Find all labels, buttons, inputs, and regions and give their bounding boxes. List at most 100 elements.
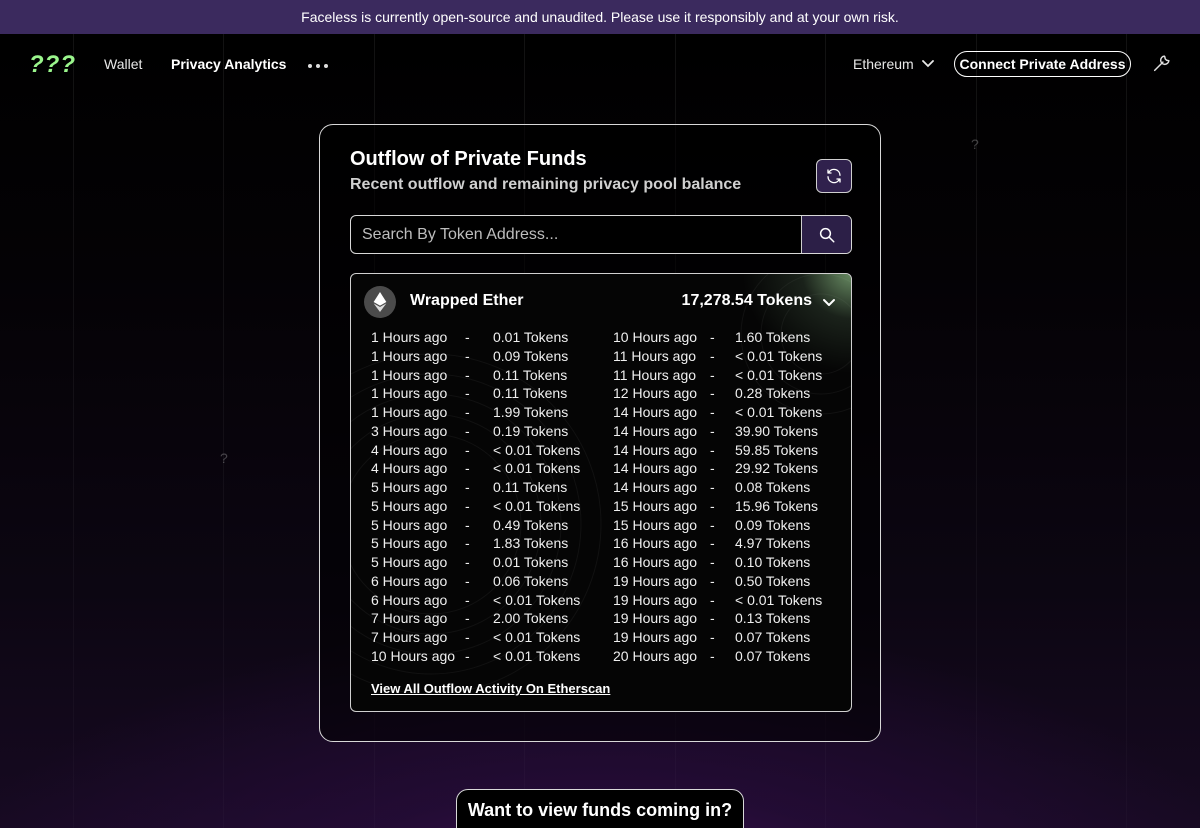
outflow-separator: -: [710, 572, 715, 589]
outflow-amount: < 0.01 Tokens: [493, 497, 581, 514]
outflow-amount: 1.60 Tokens: [735, 329, 811, 345]
outflow-separator: -: [710, 366, 715, 383]
outflow-amount: < 0.01 Tokens: [493, 460, 581, 477]
outflow-separator: -: [465, 554, 470, 570]
card-subtitle: Recent outflow and remaining privacy poo…: [350, 176, 742, 193]
outflow-amount: 0.01 Tokens: [493, 329, 569, 345]
wrench-icon[interactable]: [1151, 52, 1173, 74]
outflow-time: 14 Hours ago: [613, 422, 698, 439]
outflow-separator: -: [465, 404, 470, 420]
outflow-time: 7 Hours ago: [371, 629, 448, 645]
outflow-amount: 59.85 Tokens: [735, 441, 819, 458]
outflow-amount: < 0.01 Tokens: [493, 591, 581, 608]
outflow-time: 5 Hours ago: [371, 479, 448, 495]
token-outflow-panel: Wrapped Ether 17,278.54 Tokens 1 Hours a…: [350, 273, 852, 712]
view-inflow-button[interactable]: Want to view funds coming in?: [456, 789, 744, 828]
outflow-separator: -: [710, 610, 715, 627]
page: ? ? ??? Wallet Privacy Analytics Ethereu…: [0, 34, 1200, 828]
banner-text: Faceless is currently open-source and un…: [301, 9, 899, 25]
token-avatar: [364, 286, 396, 318]
outflow-time: 19 Hours ago: [613, 610, 698, 627]
outflow-time: 19 Hours ago: [613, 572, 698, 589]
outflow-time: 19 Hours ago: [613, 591, 698, 608]
outflow-separator: -: [710, 647, 715, 664]
outflow-time: 14 Hours ago: [613, 460, 698, 477]
token-balance: 17,278.54 Tokens: [681, 292, 812, 309]
token-search-bar: [350, 215, 852, 254]
chevron-down-icon: [921, 60, 934, 68]
outflow-separator: -: [465, 497, 470, 514]
nav-link-wallet[interactable]: Wallet: [104, 56, 142, 72]
token-address-search-input[interactable]: [351, 216, 802, 253]
outflow-separator: -: [710, 591, 715, 608]
outflow-card: Outflow of Private Funds Recent outflow …: [319, 124, 881, 742]
outflow-amount: 29.92 Tokens: [735, 460, 819, 477]
outflow-amount: < 0.01 Tokens: [493, 629, 581, 645]
chevron-down-icon[interactable]: [821, 294, 837, 310]
outflow-separator: -: [710, 422, 715, 439]
outflow-time: 16 Hours ago: [613, 554, 698, 570]
outflow-time: 5 Hours ago: [371, 535, 448, 552]
background-grid-line: [976, 34, 977, 828]
etherscan-link[interactable]: View All Outflow Activity On Etherscan: [371, 681, 610, 696]
outflow-separator: -: [465, 385, 470, 402]
outflow-amount: 0.01 Tokens: [493, 554, 569, 570]
network-label: Ethereum: [853, 56, 914, 72]
ellipsis-icon: [324, 64, 328, 68]
outflow-amount: 0.09 Tokens: [735, 516, 811, 533]
outflow-amount: < 0.01 Tokens: [735, 347, 823, 364]
ellipsis-icon: [308, 64, 312, 68]
outflow-separator: -: [465, 460, 470, 477]
outflow-amount: 0.10 Tokens: [735, 554, 811, 570]
outflow-amount: < 0.01 Tokens: [493, 441, 581, 458]
outflow-amount: 0.50 Tokens: [735, 572, 811, 589]
outflow-amount: 4.97 Tokens: [735, 535, 811, 552]
outflow-amount: 0.49 Tokens: [493, 516, 569, 533]
outflow-amount: 0.28 Tokens: [735, 385, 811, 402]
outflow-time: 6 Hours ago: [371, 591, 448, 608]
outflow-separator: -: [710, 329, 715, 345]
nav-link-privacy-analytics[interactable]: Privacy Analytics: [171, 56, 286, 72]
outflow-amount: < 0.01 Tokens: [735, 366, 823, 383]
refresh-button[interactable]: [816, 159, 852, 193]
background-question-mark: ?: [971, 136, 979, 152]
outflow-separator: -: [710, 629, 715, 645]
outflow-separator: -: [710, 516, 715, 533]
outflow-separator: -: [465, 572, 470, 589]
outflow-separator: -: [465, 422, 470, 439]
more-menu-button[interactable]: [308, 64, 328, 68]
connect-private-address-button[interactable]: Connect Private Address: [954, 51, 1131, 77]
outflow-time: 5 Hours ago: [371, 554, 448, 570]
outflow-amount: 15.96 Tokens: [735, 497, 819, 514]
outflow-time: 1 Hours ago: [371, 404, 448, 420]
outflow-separator: -: [465, 516, 470, 533]
outflow-amount: < 0.01 Tokens: [735, 404, 823, 420]
search-icon: [819, 227, 834, 242]
network-selector[interactable]: Ethereum: [853, 56, 934, 72]
outflow-separator: -: [710, 441, 715, 458]
outflow-time: 16 Hours ago: [613, 535, 698, 552]
token-name: Wrapped Ether: [410, 292, 524, 309]
outflow-amount: 0.19 Tokens: [493, 422, 569, 439]
outflow-separator: -: [710, 535, 715, 552]
outflow-amount: 1.99 Tokens: [493, 404, 569, 420]
outflow-amount: 0.09 Tokens: [493, 347, 569, 364]
logo[interactable]: ???: [29, 51, 76, 79]
background-grid-line: [1126, 34, 1127, 828]
outflow-separator: -: [465, 366, 470, 383]
outflow-amount: 0.07 Tokens: [735, 647, 811, 664]
background-question-mark: ?: [220, 450, 228, 466]
outflow-time: 1 Hours ago: [371, 329, 448, 345]
outflow-time: 15 Hours ago: [613, 497, 698, 514]
search-button[interactable]: [801, 216, 851, 253]
outflow-separator: -: [465, 610, 470, 627]
outflow-time: 10 Hours ago: [613, 329, 698, 345]
outflow-time: 4 Hours ago: [371, 441, 448, 458]
outflow-time: 20 Hours ago: [613, 647, 698, 664]
outflow-time: 3 Hours ago: [371, 422, 448, 439]
outflow-amount: 0.11 Tokens: [493, 479, 568, 495]
outflow-separator: -: [465, 347, 470, 364]
background-grid-line: [73, 34, 74, 828]
ellipsis-icon: [316, 64, 320, 68]
outflow-separator: -: [465, 591, 470, 608]
